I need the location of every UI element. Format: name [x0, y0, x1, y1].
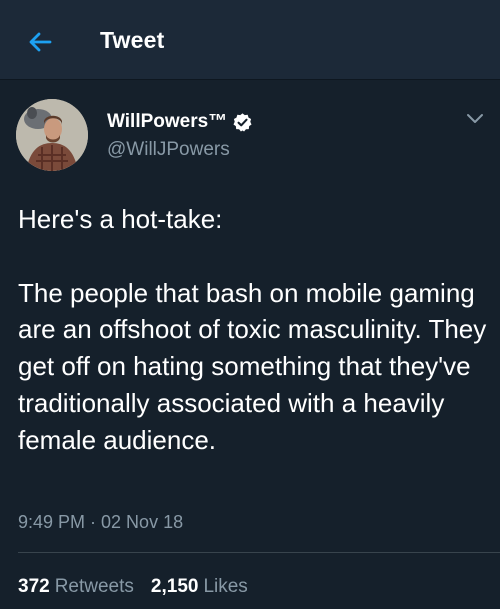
display-name[interactable]: WillPowers™: [107, 111, 227, 133]
page-title: Tweet: [100, 27, 165, 53]
likes-count: 2,150: [150, 576, 199, 597]
arrow-left-icon[interactable]: [24, 26, 56, 58]
divider: [18, 552, 500, 553]
verified-badge-icon: [233, 112, 252, 132]
tweet-text: Here's a hot-take: The people that bash …: [18, 204, 487, 455]
avatar[interactable]: [16, 99, 88, 171]
display-name-row[interactable]: WillPowers™: [107, 111, 253, 133]
user-handle[interactable]: @WillJPowers: [107, 139, 230, 161]
tweet-timestamp[interactable]: 9:49 PM · 02 Nov 18: [18, 512, 183, 533]
likes-label: Likes: [203, 576, 248, 597]
chevron-down-icon[interactable]: [466, 113, 484, 125]
tweet-detail: WillPowers™ @WillJPowers Here's a hot-ta…: [0, 80, 500, 609]
avatar-image: [16, 99, 88, 171]
top-bar: Tweet: [0, 0, 500, 80]
retweets-count: 372: [18, 576, 50, 597]
engagement-stats: 372 Retweets 2,150 Likes: [18, 576, 248, 598]
retweets-label: Retweets: [54, 576, 134, 597]
likes-stat[interactable]: 2,150 Likes: [151, 576, 248, 598]
retweets-stat[interactable]: 372 Retweets: [18, 576, 134, 598]
